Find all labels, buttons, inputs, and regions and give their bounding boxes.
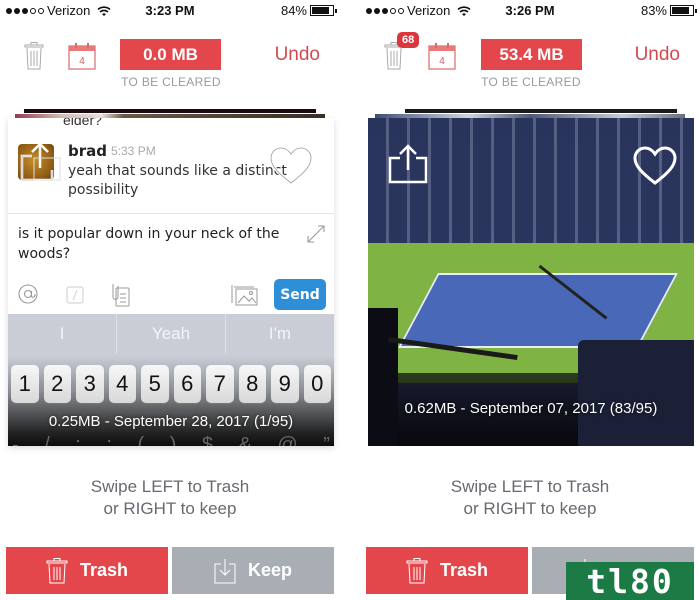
card-stack-edge [24,109,316,113]
key[interactable]: 1 [11,365,39,403]
slash-command-icon[interactable] [66,286,84,304]
foreground-shadow [578,340,694,446]
share-icon[interactable] [18,140,62,184]
key[interactable]: 7 [206,365,234,403]
trash-count-badge: 68 [397,32,420,48]
trash-label: Trash [439,560,489,580]
key[interactable]: ” [323,434,330,446]
key[interactable]: 5 [141,365,169,403]
number-row: 1 2 3 4 5 6 7 8 9 0 [9,365,333,403]
size-caption: TO BE CLEARED [481,75,581,89]
send-button[interactable]: Send [274,279,326,310]
trash-button[interactable]: Trash [366,547,528,594]
attach-file-icon[interactable] [110,283,130,307]
keep-label: Keep [247,560,292,580]
key[interactable]: 4 [108,365,136,403]
compose-input[interactable]: is it popular down in your neck of the w… [18,224,288,264]
key[interactable]: / [44,434,50,446]
share-icon[interactable] [386,142,430,186]
svg-text:4: 4 [439,56,445,67]
swipe-instructions: Swipe LEFT to Trash or RIGHT to keep [450,477,610,518]
photo-library-icon[interactable] [230,284,258,306]
key[interactable]: : [75,434,81,446]
mention-icon[interactable] [18,284,38,304]
watermark-logo: tl80 [566,562,694,600]
compose-toolbar: Send [8,278,334,312]
key[interactable]: 8 [238,365,266,403]
size-caption: TO BE CLEARED [121,75,221,89]
photo-card[interactable]: 0.62MB - September 07, 2017 (83/95) [368,118,694,446]
keep-button[interactable]: Keep [172,547,334,594]
status-bar: Verizon 3:23 PM 84% [0,0,340,22]
message-text: yeah that sounds like a distinct possibi… [68,163,287,198]
key[interactable]: ) [170,434,177,446]
calendar-icon[interactable]: 4 [68,42,96,70]
screen-right: Verizon 3:26 PM 83% 68 4 53.4 MB TO BE C… [360,0,700,600]
keep-icon [214,558,236,583]
status-bar: Verizon 3:26 PM 83% [360,0,700,22]
undo-button[interactable]: Undo [275,44,320,66]
svg-text:4: 4 [79,56,85,67]
suggestion[interactable]: I'm [226,314,334,354]
size-to-clear: 53.4 MB [481,39,582,70]
message-author: brad [68,142,107,160]
trash-icon[interactable] [24,42,44,70]
battery-label: 84% [280,3,307,18]
heart-icon[interactable] [268,146,314,186]
battery-icon [310,5,337,16]
key[interactable]: 9 [271,365,299,403]
screen-left: Verizon 3:23 PM 84% 4 0.0 MB TO BE CLEAR… [0,0,340,600]
trash-label: Trash [79,560,129,580]
key[interactable]: 0 [303,365,331,403]
key[interactable]: & [239,434,252,446]
card-stack-edge [405,109,677,113]
expand-icon[interactable] [306,224,326,244]
calendar-icon[interactable]: 4 [428,42,456,70]
tennis-court [398,273,678,348]
battery-label: 83% [640,3,667,18]
action-bar: Trash Keep [6,547,334,594]
trash-button[interactable]: Trash [6,547,168,594]
trash-icon [46,557,68,583]
photo-caption: 0.62MB - September 07, 2017 (83/95) [404,400,658,417]
swipe-instructions: Swipe LEFT to Trash or RIGHT to keep [90,477,250,518]
keyboard-suggestions: I Yeah I'm [8,314,334,354]
battery-icon [670,5,697,16]
key[interactable]: 2 [43,365,71,403]
suggestion[interactable]: Yeah [117,314,226,354]
symbol-row: - / : ; ( ) $ & @ ” [12,434,330,446]
divider [8,213,334,214]
photo-card[interactable]: elder? brad 5:33 PM yeah that sounds lik… [8,118,334,446]
key[interactable]: $ [202,434,213,446]
key[interactable]: ( [137,434,144,446]
trash-icon [406,557,428,583]
key[interactable]: ; [106,434,112,446]
key[interactable]: 6 [173,365,201,403]
size-to-clear: 0.0 MB [120,39,221,70]
photo-caption: 0.25MB - September 28, 2017 (1/95) [48,413,294,430]
message-time: 5:33 PM [111,144,156,158]
header: 68 4 53.4 MB TO BE CLEARED Undo [360,30,700,95]
key[interactable]: - [12,434,19,446]
suggestion[interactable]: I [8,314,117,354]
key[interactable]: @ [277,434,297,446]
foreground-shadow [368,308,398,446]
heart-icon[interactable] [632,146,678,186]
key[interactable]: 3 [76,365,104,403]
cut-text: elder? [63,118,102,128]
undo-button[interactable]: Undo [635,44,680,66]
header: 4 0.0 MB TO BE CLEARED Undo [0,30,340,95]
